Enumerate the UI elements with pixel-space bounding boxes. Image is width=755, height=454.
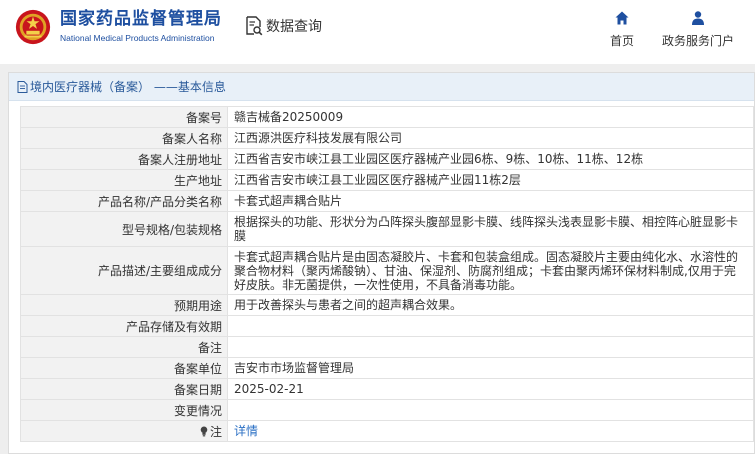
row-value: 卡套式超声耦合贴片是由固态凝胶片、卡套和包装盒组成。固态凝胶片主要由纯化水、水溶… [227,246,754,295]
agency-name[interactable]: 国家药品监督管理局 National Medical Products Admi… [60,8,222,44]
table-row: 备案人注册地址 江西省吉安市峡江县工业园区医疗器械产业园6栋、9栋、10栋、11… [20,148,754,170]
row-label: 备案人名称 [20,127,228,149]
row-label: 备案号 [20,106,228,128]
nav-home-label: 首页 [609,34,634,48]
row-label: 变更情况 [20,399,228,421]
table-row: 注 详情 [20,420,754,442]
nav-home[interactable]: 首页 [606,10,638,49]
data-query-label: 数据查询 [266,19,322,35]
document-search-icon [246,16,263,36]
home-icon [615,11,629,25]
row-label: 生产地址 [20,169,228,191]
user-icon [692,11,704,25]
lightbulb-icon [200,426,208,436]
row-label: 产品描述/主要组成成分 [20,246,228,295]
table-row: 备案单位 吉安市市场监督管理局 [20,357,754,379]
row-value: 详情 [227,420,754,442]
row-value: 卡套式超声耦合贴片 [227,190,754,212]
record-panel: 境内医疗器械（备案） ——基本信息 备案号 赣吉械备20250009 备案人名称… [8,72,755,454]
note-label: 注 [209,424,222,439]
row-label: 备案人注册地址 [20,148,228,170]
agency-name-cn: 国家药品监督管理局 [60,9,222,29]
table-row: 备注 [20,336,754,358]
table-row: 变更情况 [20,399,754,421]
table-row: 备案日期 2025-02-21 [20,378,754,400]
note-label-wrap: 注 [200,423,222,440]
row-value [227,336,754,358]
table-row: 产品存储及有效期 [20,315,754,337]
site-header: 国家药品监督管理局 National Medical Products Admi… [0,0,755,64]
table-row: 型号规格/包装规格 根据探头的功能、形状分为凸阵探头腹部显影卡膜、线阵探头浅表显… [20,211,754,247]
table-row: 产品描述/主要组成成分 卡套式超声耦合贴片是由固态凝胶片、卡套和包装盒组成。固态… [20,246,754,295]
details-link[interactable]: 详情 [234,424,258,438]
table-row: 备案人名称 江西源洪医疗科技发展有限公司 [20,127,754,149]
nav-service-portal[interactable]: 政务服务门户 [660,10,736,49]
table-row: 产品名称/产品分类名称 卡套式超声耦合贴片 [20,190,754,212]
nav-service-portal-label: 政务服务门户 [661,34,734,48]
row-value: 用于改善探头与患者之间的超声耦合效果。 [227,294,754,316]
row-value: 根据探头的功能、形状分为凸阵探头腹部显影卡膜、线阵探头浅表显影卡膜、相控阵心脏显… [227,211,754,247]
panel-title-bar: 境内医疗器械（备案） ——基本信息 [9,73,754,101]
row-label: 型号规格/包装规格 [20,211,228,247]
row-label: 产品存储及有效期 [20,315,228,337]
table-row: 预期用途 用于改善探头与患者之间的超声耦合效果。 [20,294,754,316]
record-table: 备案号 赣吉械备20250009 备案人名称 江西源洪医疗科技发展有限公司 备案… [20,106,754,442]
row-label: 备案日期 [20,378,228,400]
panel-title: 境内医疗器械（备案） ——基本信息 [30,80,226,94]
row-value [227,399,754,421]
national-emblem-icon [15,9,51,45]
data-query-link[interactable]: 数据查询 [245,16,322,36]
agency-name-en: National Medical Products Administration [60,33,215,43]
row-value: 吉安市市场监督管理局 [227,357,754,379]
row-label: 产品名称/产品分类名称 [20,190,228,212]
row-label: 备注 [20,336,228,358]
row-value: 赣吉械备20250009 [227,106,754,128]
row-label: 预期用途 [20,294,228,316]
table-row: 备案号 赣吉械备20250009 [20,106,754,128]
row-value: 江西省吉安市峡江县工业园区医疗器械产业园6栋、9栋、10栋、11栋、12栋 [227,148,754,170]
row-value [227,315,754,337]
row-label-note: 注 [20,420,228,442]
row-value: 江西源洪医疗科技发展有限公司 [227,127,754,149]
document-icon [17,80,28,93]
row-label: 备案单位 [20,357,228,379]
row-value: 2025-02-21 [227,378,754,400]
row-value: 江西省吉安市峡江县工业园区医疗器械产业园11栋2层 [227,169,754,191]
table-row: 生产地址 江西省吉安市峡江县工业园区医疗器械产业园11栋2层 [20,169,754,191]
